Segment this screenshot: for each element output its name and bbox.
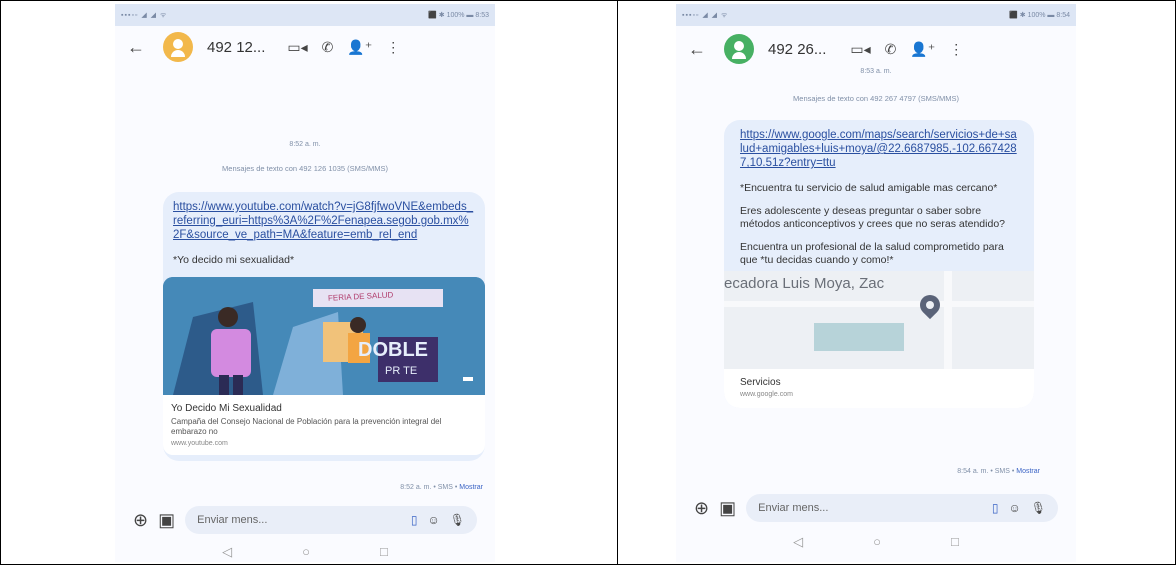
system-nav-bar: ◁ ○ □ [115, 544, 495, 560]
card-title: Servicios [740, 377, 781, 388]
signal-icons: ▪▪▪▫▫ ◢ ◢ ᯤ [121, 11, 168, 19]
message-text-1: *Encuentra tu servicio de salud amigable… [740, 182, 998, 194]
nav-back-icon[interactable]: ◁ [793, 534, 803, 550]
mic-icon[interactable]: 🎙 [1031, 501, 1046, 515]
link-preview-card[interactable]: FERIA DE SALUD DOBLE PR TE Yo Decido Mi … [163, 277, 485, 455]
conversation-app-bar: ← 492 12... ▭◂ ✆ 👤⁺ ⋮ [115, 26, 495, 68]
emoji-icon[interactable]: ☺ [1009, 501, 1021, 515]
gallery-icon[interactable]: ▣ [158, 510, 175, 531]
panel-divider [617, 0, 618, 565]
conversation-app-bar: ← 492 26... ▭◂ ✆ 👤⁺ ⋮ [676, 26, 1076, 72]
avatar-icon [163, 32, 193, 62]
contact-name[interactable]: 492 26... [768, 41, 826, 58]
message-text-2: Eres adolescente y deseas preguntar o sa… [740, 205, 1005, 230]
more-options-icon[interactable]: ⋮ [386, 39, 400, 56]
sim-icon[interactable]: ▯ [992, 501, 999, 515]
nav-recents-icon[interactable]: □ [951, 534, 959, 550]
link-preview-card[interactable]: Servicios www.google.com [724, 369, 1034, 408]
contact-avatar [163, 32, 193, 62]
message-input-placeholder: Enviar mens... [758, 502, 829, 514]
map-pin-icon [915, 290, 945, 320]
back-arrow-icon[interactable]: ← [127, 37, 149, 58]
nav-home-icon[interactable]: ○ [873, 534, 881, 550]
more-options-icon[interactable]: ⋮ [949, 41, 963, 58]
map-preview[interactable]: ecadora Luis Moya, Zac [724, 271, 1034, 369]
battery-time: ⬛ ✱ 100% ▬ 8:53 [428, 12, 489, 19]
phone-call-icon[interactable]: ✆ [885, 41, 897, 58]
card-description: Campaña del Consejo Nacional de Població… [171, 417, 442, 436]
emoji-icon[interactable]: ☺ [428, 513, 440, 527]
left-phone-screenshot: ▪▪▪▫▫ ◢ ◢ ᯤ ⬛ ✱ 100% ▬ 8:53 ← 492 12... … [115, 4, 495, 562]
message-text-3: Encuentra un profesional de la salud com… [740, 241, 1004, 266]
message-input[interactable]: Enviar mens... ▯ ☺ 🎙 [185, 506, 477, 534]
video-call-icon[interactable]: ▭◂ [850, 41, 870, 58]
conversation-info: Mensajes de texto con 492 267 4797 (SMS/… [793, 94, 959, 103]
youtube-link[interactable]: https://www.youtube.com/watch?v=jG8fjfwo… [173, 200, 475, 242]
gallery-icon[interactable]: ▣ [719, 498, 736, 519]
message-bubble: https://www.youtube.com/watch?v=jG8fjfwo… [163, 192, 485, 461]
back-arrow-icon[interactable]: ← [688, 39, 710, 60]
mic-icon[interactable]: 🎙 [450, 513, 465, 527]
message-timestamp: 8:52 a. m. [289, 141, 321, 148]
add-person-icon[interactable]: 👤⁺ [347, 39, 372, 56]
message-status-time: 8:52 a. m. • SMS • [400, 484, 460, 491]
video-call-icon[interactable]: ▭◂ [287, 39, 307, 56]
add-attachment-icon[interactable]: ⊕ [133, 510, 148, 531]
thumbnail-small-text: PR TE [385, 365, 418, 377]
show-more-link[interactable]: Mostrar [1016, 468, 1040, 475]
nav-recents-icon[interactable]: □ [380, 544, 388, 560]
add-attachment-icon[interactable]: ⊕ [694, 498, 709, 519]
avatar-icon [724, 34, 754, 64]
status-bar: ▪▪▪▫▫ ◢ ◢ ᯤ ⬛ ✱ 100% ▬ 8:53 [115, 4, 495, 26]
message-bubble: https://www.google.com/maps/search/servi… [724, 120, 1034, 408]
thumbnail-big-text: DOBLE [358, 339, 428, 361]
status-bar: ▪▪▪▫▫ ◢ ◢ ᯤ ⬛ ✱ 100% ▬ 8:54 [676, 4, 1076, 26]
nav-back-icon[interactable]: ◁ [222, 544, 232, 560]
message-composer: ⊕ ▣ Enviar mens... ▯ ☺ 🎙 [676, 494, 1076, 522]
nav-home-icon[interactable]: ○ [302, 544, 310, 560]
message-timestamp: 8:53 a. m. [860, 68, 892, 75]
card-domain: www.youtube.com [171, 440, 228, 447]
message-input[interactable]: Enviar mens... ▯ ☺ 🎙 [746, 494, 1058, 522]
message-status: 8:52 a. m. • SMS • Mostrar [400, 484, 483, 491]
map-place-label: ecadora Luis Moya, Zac [724, 275, 885, 292]
message-input-placeholder: Enviar mens... [197, 514, 268, 526]
message-composer: ⊕ ▣ Enviar mens... ▯ ☺ 🎙 [115, 506, 495, 534]
thumbnail-illustration [163, 277, 485, 395]
sim-icon[interactable]: ▯ [411, 513, 418, 527]
show-more-link[interactable]: Mostrar [459, 484, 483, 491]
system-nav-bar: ◁ ○ □ [676, 534, 1076, 550]
add-person-icon[interactable]: 👤⁺ [910, 41, 935, 58]
conversation-info: Mensajes de texto con 492 126 1035 (SMS/… [222, 164, 388, 173]
google-maps-link[interactable]: https://www.google.com/maps/search/servi… [740, 128, 1018, 170]
map-area [814, 323, 904, 351]
signal-icons: ▪▪▪▫▫ ◢ ◢ ᯤ [682, 11, 729, 19]
right-phone-screenshot: ▪▪▪▫▫ ◢ ◢ ᯤ ⬛ ✱ 100% ▬ 8:54 ← 492 26... … [676, 4, 1076, 562]
message-status-time: 8:54 a. m. • SMS • [957, 468, 1017, 475]
video-thumbnail: FERIA DE SALUD DOBLE PR TE [163, 277, 485, 395]
contact-avatar [724, 34, 754, 64]
contact-name[interactable]: 492 12... [207, 39, 265, 56]
battery-time: ⬛ ✱ 100% ▬ 8:54 [1009, 12, 1070, 19]
message-status: 8:54 a. m. • SMS • Mostrar [957, 468, 1040, 475]
phone-call-icon[interactable]: ✆ [322, 39, 334, 56]
card-title: Yo Decido Mi Sexualidad [171, 403, 282, 414]
message-text: *Yo decido mi sexualidad* [173, 254, 295, 266]
card-domain: www.google.com [740, 391, 793, 398]
